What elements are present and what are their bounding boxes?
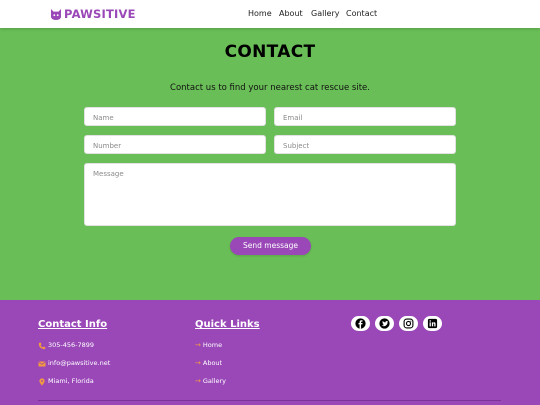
footer: Contact Info 305-456-7899 info@pawsitive… [0,300,540,405]
subject-field-placeholder: Subject [283,142,310,150]
cat-icon [51,9,61,20]
linkedin-button[interactable] [423,316,442,331]
contact-phone: 305-456-7899 [38,341,94,350]
message-field[interactable]: Message [84,163,456,226]
contact-phone-text: 305-456-7899 [48,341,95,349]
message-field-placeholder: Message [93,170,124,178]
facebook-icon [355,318,366,329]
footer-link-label: About [202,359,223,367]
send-message-button[interactable]: Send message [230,237,311,255]
quick-links-heading: Quick Links [195,319,260,330]
subject-field[interactable]: Subject [274,135,456,154]
instagram-button[interactable] [399,316,418,331]
nav-link-gallery[interactable]: Gallery [311,8,340,20]
contact-location: Miami, Florida [38,377,94,386]
nav-link-contact[interactable]: Contact [346,8,377,20]
name-field-placeholder: Name [93,114,114,122]
email-field-placeholder: Email [283,114,303,122]
footer-link-label: Home [202,341,223,349]
contact-email-text: info@pawsitive.net [48,359,111,367]
instagram-icon [403,318,414,329]
footer-link-about[interactable]: → About [195,359,222,368]
arrow-right-icon: → [195,377,201,385]
arrow-right-icon: → [195,341,201,349]
footer-link-label: Gallery [202,377,227,385]
page-subtitle: Contact us to find your nearest cat resc… [170,83,370,93]
twitter-icon [379,318,390,329]
contact-info-heading: Contact Info [38,319,108,330]
nav-link-home[interactable]: Home [248,8,272,20]
nav-link-about[interactable]: About [279,8,303,20]
linkedin-icon [427,318,438,329]
number-field-placeholder: Number [93,142,122,150]
number-field[interactable]: Number [84,135,266,154]
phone-icon [38,342,46,349]
envelope-icon [38,361,46,366]
facebook-button[interactable] [351,316,370,331]
footer-link-home[interactable]: → Home [195,341,222,350]
footer-divider [38,400,501,401]
name-field[interactable]: Name [84,107,266,126]
map-pin-icon [39,377,45,386]
page-title: CONTACT [224,42,316,62]
brand-logo[interactable]: PAWSITIVE [49,7,136,21]
twitter-button[interactable] [375,316,394,331]
contact-location-text: Miami, Florida [48,377,94,385]
email-field[interactable]: Email [274,107,456,126]
brand-name: PAWSITIVE [64,7,136,21]
contact-email: info@pawsitive.net [38,359,110,368]
footer-link-gallery[interactable]: → Gallery [195,377,226,386]
arrow-right-icon: → [195,359,201,367]
top-navbar: PAWSITIVE Home About Gallery Contact [0,0,540,28]
